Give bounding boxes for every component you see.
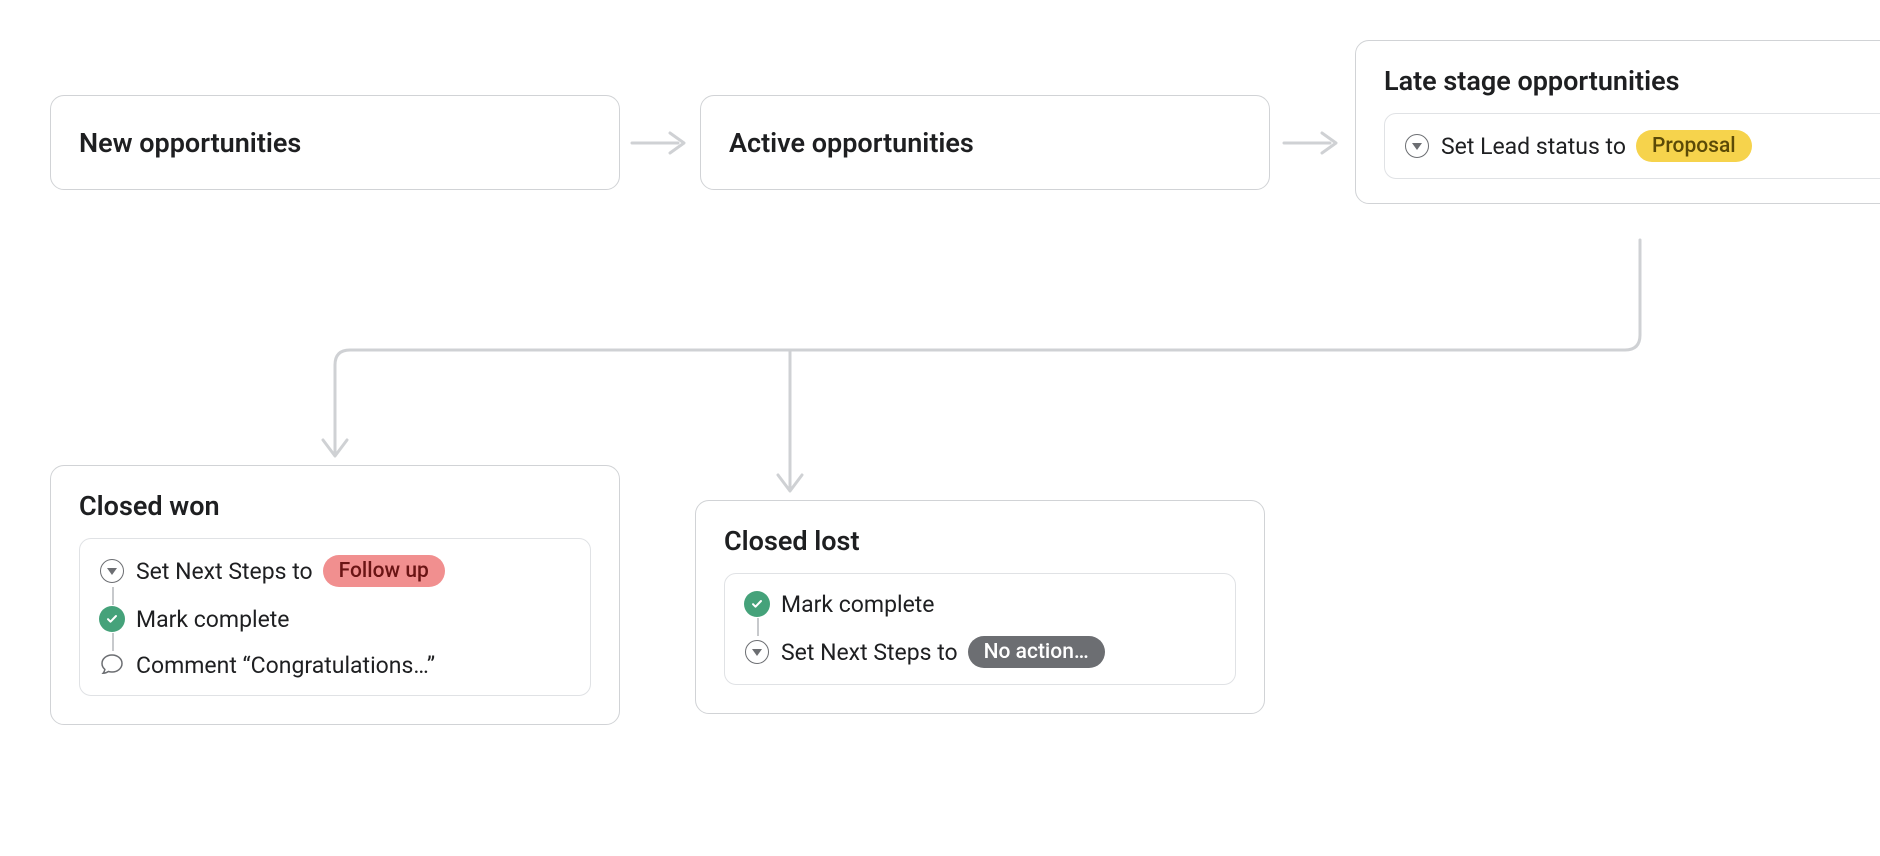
dropdown-trigger-icon: [1403, 132, 1431, 160]
rule-set-lead-status[interactable]: Set Lead status to Proposal: [1403, 130, 1877, 162]
rule-text: Mark complete: [136, 606, 290, 633]
stage-active-opportunities[interactable]: Active opportunities: [700, 95, 1270, 190]
rule-set-next-steps[interactable]: Set Next Steps to Follow up: [98, 555, 572, 587]
checkmark-icon: [98, 605, 126, 633]
stage-late-stage-opportunities[interactable]: Late stage opportunities Set Lead status…: [1355, 40, 1880, 204]
rule-mark-complete[interactable]: Mark complete: [98, 605, 572, 633]
connector-line: [112, 587, 114, 605]
rule-text: Set Lead status to: [1441, 133, 1626, 160]
stage-title: Closed lost: [724, 525, 1236, 557]
arrow-icon: [1282, 127, 1342, 159]
rule-list: Set Lead status to Proposal: [1384, 113, 1880, 179]
dropdown-trigger-icon: [98, 557, 126, 585]
rule-text: Set Next Steps to: [136, 558, 313, 585]
rule-text: Set Next Steps to: [781, 639, 958, 666]
status-pill-no-action: No action…: [968, 636, 1105, 668]
stage-title: Late stage opportunities: [1384, 65, 1880, 97]
stage-title: Closed won: [79, 490, 591, 522]
rule-mark-complete[interactable]: Mark complete: [743, 590, 1217, 618]
stage-title: New opportunities: [79, 127, 301, 159]
rule-comment[interactable]: Comment “Congratulations…”: [98, 651, 572, 679]
connector-line: [757, 618, 759, 636]
stage-closed-lost[interactable]: Closed lost Mark complete Set Next Steps…: [695, 500, 1265, 714]
rule-text: Mark complete: [781, 591, 935, 618]
rule-list: Set Next Steps to Follow up Mark complet…: [79, 538, 591, 696]
stage-title: Active opportunities: [729, 127, 974, 159]
status-pill-proposal: Proposal: [1636, 130, 1752, 162]
comment-icon: [98, 651, 126, 679]
checkmark-icon: [743, 590, 771, 618]
connector-line: [112, 633, 114, 651]
arrow-icon: [630, 127, 690, 159]
stage-new-opportunities[interactable]: New opportunities: [50, 95, 620, 190]
rule-text: Comment “Congratulations…”: [136, 652, 435, 679]
rule-list: Mark complete Set Next Steps to No actio…: [724, 573, 1236, 685]
stage-closed-won[interactable]: Closed won Set Next Steps to Follow up M…: [50, 465, 620, 725]
dropdown-trigger-icon: [743, 638, 771, 666]
rule-set-next-steps[interactable]: Set Next Steps to No action…: [743, 636, 1217, 668]
status-pill-follow-up: Follow up: [323, 555, 445, 587]
